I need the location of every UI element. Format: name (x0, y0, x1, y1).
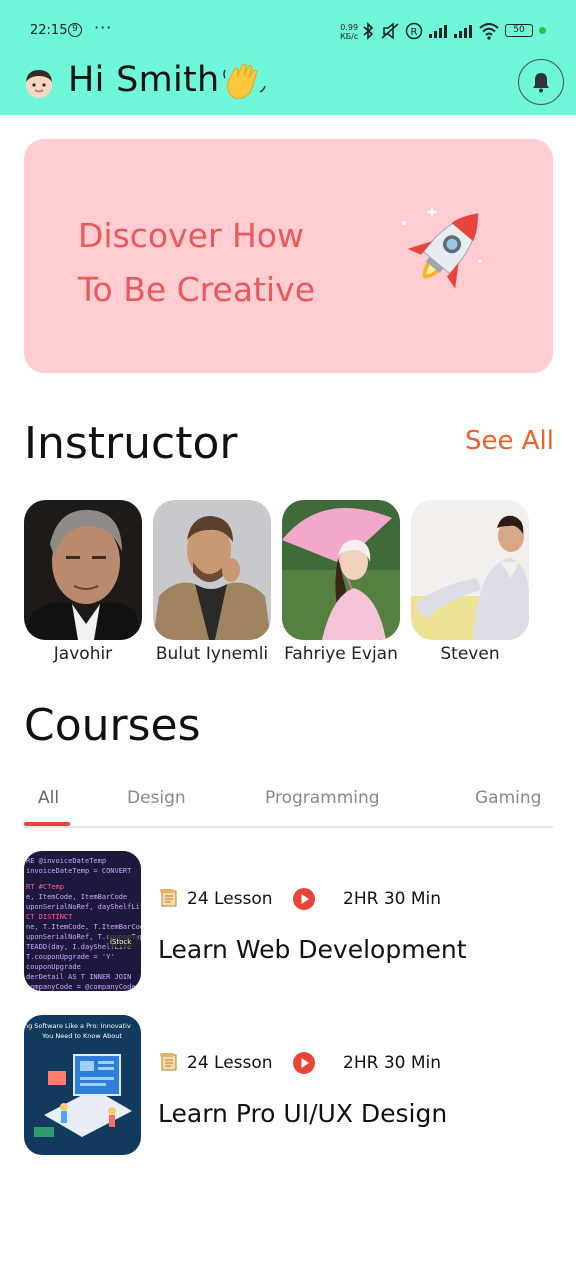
tab-design[interactable]: Design (127, 788, 186, 808)
instructor-photo (411, 500, 529, 640)
course-duration: 2HR 30 Min (343, 889, 442, 909)
registered-icon: R (405, 22, 423, 40)
svg-text:T.couponUpgrade = 'Y': T.couponUpgrade = 'Y' (26, 953, 115, 961)
svg-text:R: R (411, 27, 418, 38)
tab-all[interactable]: All (38, 788, 59, 808)
wifi-icon (479, 23, 499, 40)
lesson-count: 24 Lesson (187, 1053, 273, 1073)
more-notifications-icon: ··· (94, 18, 113, 37)
instructor-card-bulut[interactable]: Bulut Iynemli (153, 500, 271, 664)
waving-hand-icon (220, 58, 268, 106)
bluetooth-icon (363, 22, 374, 40)
instructor-photo (282, 500, 400, 640)
svg-text:couponUpgrade: couponUpgrade (26, 963, 81, 971)
mute-icon (381, 22, 399, 40)
svg-text:RT #CTemp: RT #CTemp (26, 883, 64, 891)
course-category-tabs: All Design Programming Gaming (24, 784, 553, 828)
svg-text:e, ItemCode, ItemBarCode: e, ItemCode, ItemBarCode (26, 893, 127, 901)
rocket-icon (388, 195, 498, 315)
course-title: Learn Web Development (158, 935, 467, 964)
tab-programming[interactable]: Programming (265, 788, 380, 808)
instructor-name: Javohir (53, 644, 113, 664)
network-speed: 0.99 КБ/с (340, 23, 358, 41)
banner-line-1: Discover How (78, 216, 304, 255)
bell-icon (533, 73, 549, 93)
signal-icon (429, 25, 447, 38)
svg-text:companyCode = @companyCode: companyCode = @companyCode (26, 983, 136, 991)
signal-icon-2 (454, 25, 472, 38)
active-tab-indicator (24, 822, 70, 826)
greeting-title: Hi Smith (68, 60, 220, 100)
play-icon (293, 1052, 315, 1074)
svg-text:uponSerialNoRef, dayShelfLife: uponSerialNoRef, dayShelfLife (26, 903, 141, 911)
course-card-uiux-design[interactable]: ng Software Like a Pro: Innovativ You Ne… (24, 1015, 544, 1155)
course-duration: 2HR 30 Min (343, 1053, 442, 1073)
tab-gaming[interactable]: Gaming (475, 788, 541, 808)
instructor-photo (153, 500, 271, 640)
notification-badge-icon: 9 (68, 23, 82, 37)
course-meta: 24 Lesson 2HR 30 Min (158, 887, 538, 913)
svg-text:ne, T.ItemCode, T.ItemBarCode: ne, T.ItemCode, T.ItemBarCode (26, 923, 141, 931)
svg-text:RE @invoiceDateTemp: RE @invoiceDateTemp (26, 857, 106, 865)
svg-text:derDetail AS T INNER JOIN: derDetail AS T INNER JOIN (26, 973, 131, 981)
thumbnail-caption-1: ng Software Like a Pro: Innovativ (24, 1022, 131, 1030)
network-speed-value: 0.99 (340, 23, 359, 32)
course-meta: 24 Lesson 2HR 30 Min (158, 1051, 538, 1077)
play-icon (293, 888, 315, 910)
course-thumbnail: RE @invoiceDateTemp invoiceDateTemp = CO… (24, 851, 141, 991)
see-all-link[interactable]: See All (465, 426, 554, 456)
instructor-name: Steven (440, 644, 500, 664)
scroll-icon (160, 889, 177, 907)
network-speed-unit: КБ/с (340, 32, 359, 41)
lesson-count: 24 Lesson (187, 889, 273, 909)
notification-bell-button[interactable] (518, 59, 564, 105)
instructor-photo (24, 500, 142, 640)
instructor-card-steven[interactable]: Steven (411, 500, 529, 664)
banner-text: Discover How To Be Creative (78, 209, 378, 317)
top-app-bar: 22:15 9 ··· 0.99 КБ/с R 50 Hi Smith (0, 0, 576, 115)
course-thumbnail: ng Software Like a Pro: Innovativ You Ne… (24, 1015, 141, 1155)
status-bar: 22:15 9 ··· 0.99 КБ/с R 50 (0, 18, 576, 46)
instructor-section-title: Instructor (24, 418, 238, 469)
instructor-card-javohir[interactable]: Javohir (24, 500, 142, 664)
scroll-icon (160, 1053, 177, 1071)
thumbnail-caption-2: You Need to Know About (41, 1032, 122, 1040)
promo-banner[interactable]: Discover How To Be Creative (24, 139, 553, 373)
instructor-name: Fahriye Evjan (284, 644, 398, 664)
course-title: Learn Pro UI/UX Design (158, 1099, 448, 1128)
svg-text:CT DISTINCT: CT DISTINCT (26, 913, 73, 921)
boy-face-icon[interactable] (22, 66, 56, 100)
svg-text:iStock: iStock (110, 938, 132, 946)
instructor-name: Bulut Iynemli (155, 644, 269, 664)
courses-section-title: Courses (24, 700, 201, 751)
instructor-card-fahriye[interactable]: Fahriye Evjan (282, 500, 400, 664)
banner-line-2: To Be Creative (78, 270, 316, 309)
course-card-web-development[interactable]: RE @invoiceDateTemp invoiceDateTemp = CO… (24, 851, 544, 991)
battery-icon: 50 (505, 24, 533, 37)
status-time: 22:15 (30, 23, 68, 38)
charging-dot-icon (539, 27, 546, 34)
svg-text:invoiceDateTemp = CONVERT: invoiceDateTemp = CONVERT (26, 867, 132, 875)
